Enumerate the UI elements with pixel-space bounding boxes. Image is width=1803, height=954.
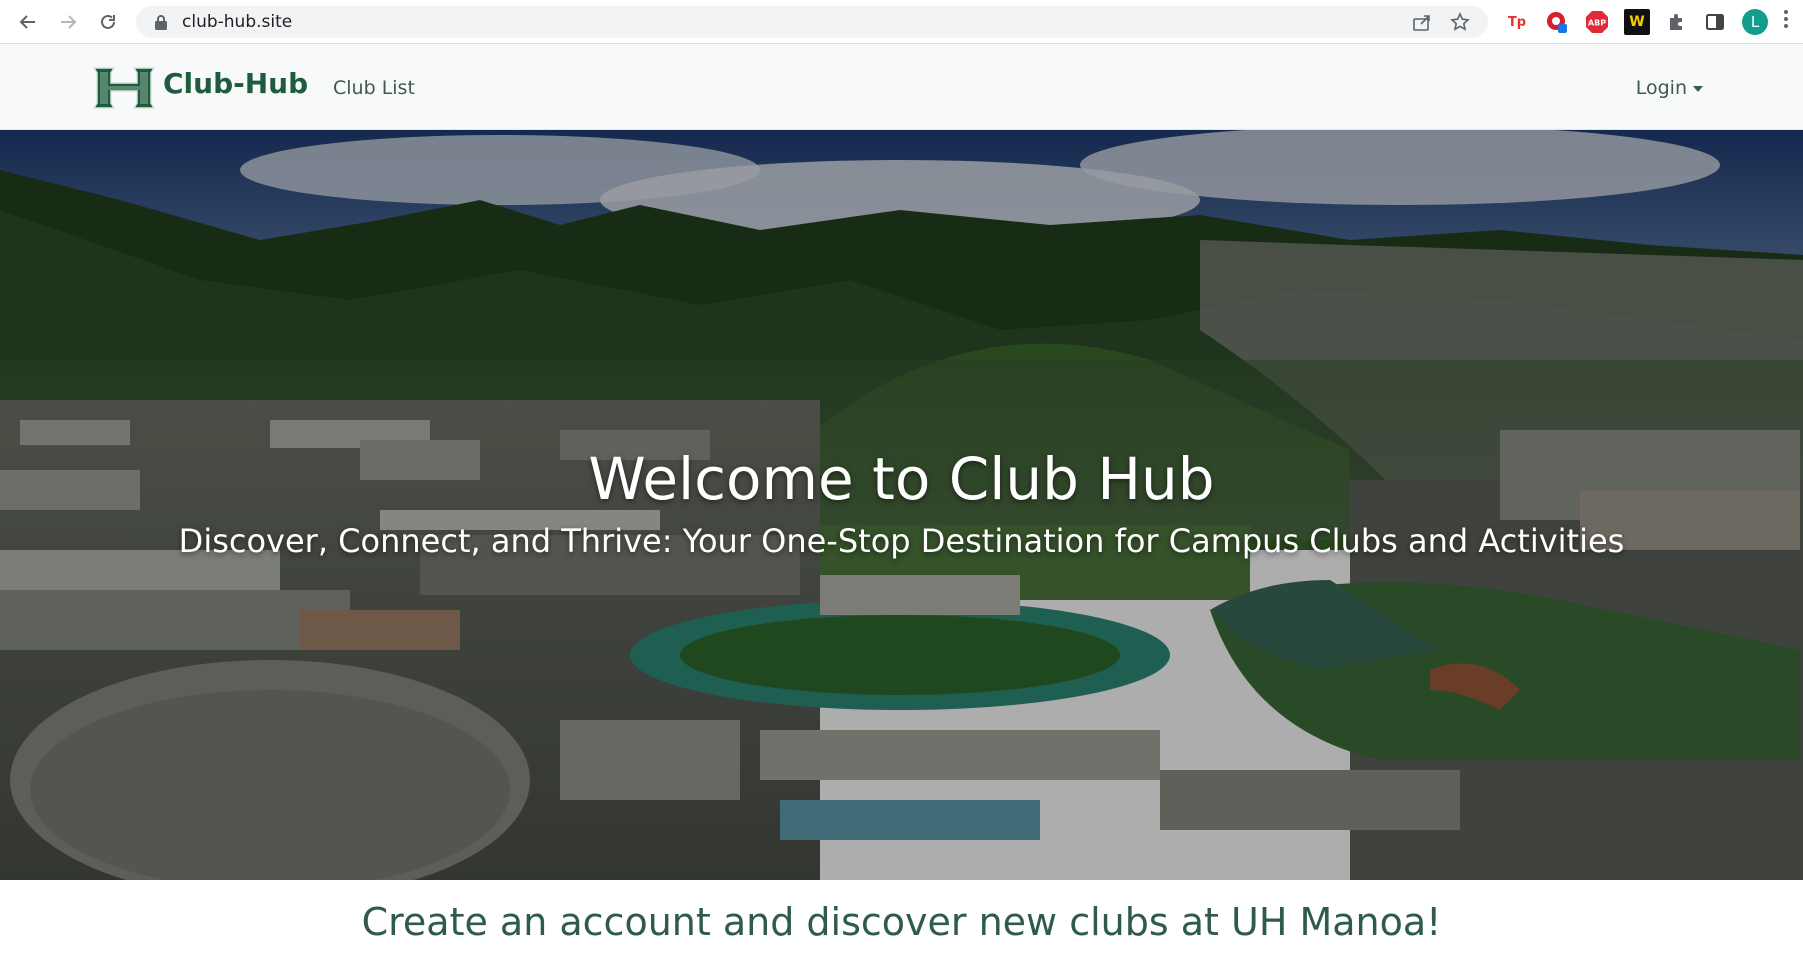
lock-icon[interactable] — [152, 13, 170, 31]
url-text: club-hub.site — [182, 12, 293, 32]
more-vert-icon[interactable] — [1783, 8, 1789, 36]
reload-icon[interactable] — [96, 10, 120, 34]
sidepanel-icon[interactable] — [1702, 9, 1728, 35]
caret-down-icon — [1693, 86, 1703, 92]
site-navbar: Club-Hub Club List Login — [0, 44, 1803, 130]
nav-link-club-list[interactable]: Club List — [333, 77, 415, 99]
extension-red-circle-icon[interactable] — [1544, 9, 1570, 35]
club-hub-logo-icon[interactable] — [92, 64, 156, 112]
login-dropdown[interactable]: Login — [1636, 77, 1703, 99]
star-icon[interactable] — [1450, 12, 1470, 36]
brand-name[interactable]: Club-Hub — [163, 67, 308, 100]
hero-title: Welcome to Club Hub — [588, 445, 1215, 513]
login-label: Login — [1635, 77, 1687, 99]
address-bar[interactable]: club-hub.site — [136, 6, 1488, 38]
create-account-heading: Create an account and discover new clubs… — [361, 900, 1442, 944]
browser-toolbar: club-hub.site Tp ABP W L — [0, 0, 1803, 44]
back-arrow-icon[interactable] — [16, 10, 40, 34]
svg-text:ABP: ABP — [1588, 19, 1606, 28]
share-icon[interactable] — [1412, 13, 1432, 35]
forward-arrow-icon[interactable] — [56, 10, 80, 34]
profile-avatar[interactable]: L — [1742, 9, 1768, 35]
hero-subtitle: Discover, Connect, and Thrive: Your One-… — [178, 522, 1625, 560]
hero-banner: Welcome to Club Hub Discover, Connect, a… — [0, 130, 1803, 880]
adblock-icon[interactable]: ABP — [1584, 9, 1610, 35]
extension-w-icon[interactable]: W — [1624, 9, 1650, 35]
extension-tp-icon[interactable]: Tp — [1504, 9, 1530, 35]
puzzle-icon[interactable] — [1664, 9, 1690, 35]
